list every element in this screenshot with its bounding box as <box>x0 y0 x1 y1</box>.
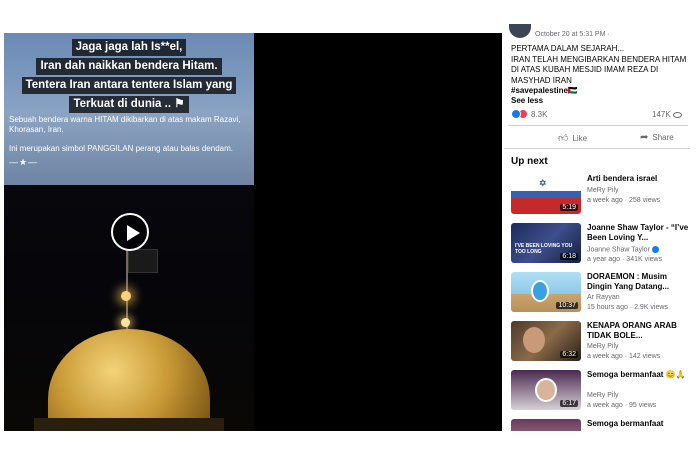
video-meta: a week ago · 142 views <box>587 353 661 360</box>
up-next-heading: Up next <box>511 156 548 167</box>
person-figure <box>535 378 557 402</box>
like-reaction-icon <box>511 109 521 119</box>
emoji-row: —★— <box>9 157 39 167</box>
up-next-item[interactable]: Semoga bermanfaat <box>511 419 689 431</box>
channel-name[interactable]: MeRy Pily <box>587 187 619 194</box>
video-title[interactable]: Semoga bermanfaat 😊🙏 <box>587 370 689 380</box>
video-duration: 6:17 <box>560 400 578 407</box>
post-text-line: MASYHAD IRAN <box>511 75 572 85</box>
video-caption-overlay: Jaga jaga lah Is**el, Iran dah naikkan b… <box>4 33 254 113</box>
video-player[interactable]: Jaga jaga lah Is**el, Iran dah naikkan b… <box>4 33 502 431</box>
golden-dome <box>48 329 210 431</box>
video-meta: a week ago · 258 views <box>587 197 661 204</box>
video-meta: a year ago · 341K views <box>587 256 663 263</box>
see-less-link[interactable]: See less <box>511 96 543 105</box>
description-text: Sebuah bendera warna HITAM dikibarkan di… <box>9 115 241 134</box>
cartoon-figure <box>531 280 549 302</box>
caption-line: Jaga jaga lah Is**el, <box>71 39 187 56</box>
video-thumbnail[interactable]: 6:32 <box>511 321 581 361</box>
black-flag <box>128 249 158 273</box>
video-meta: a week ago · 95 views <box>587 402 657 409</box>
video-title[interactable]: Semoga bermanfaat <box>587 419 689 429</box>
video-title[interactable]: DORAEMON : Musim Dingin Yang Datang... <box>587 272 689 292</box>
channel-name[interactable]: MeRy Pily <box>587 392 619 399</box>
share-button[interactable]: ➦ Share <box>640 132 674 143</box>
up-next-item[interactable]: 10:37 DORAEMON : Musim Dingin Yang Datan… <box>511 272 689 314</box>
post-timestamp[interactable]: October 20 at 5:31 PM · <box>535 31 610 38</box>
dome-base <box>34 418 224 431</box>
video-frame: Jaga jaga lah Is**el, Iran dah naikkan b… <box>4 33 254 431</box>
reaction-count: 8.3K <box>531 109 548 119</box>
video-duration: 6:32 <box>560 351 578 358</box>
like-label: Like <box>572 133 588 143</box>
person-figure <box>523 327 545 353</box>
like-button[interactable]: 👍︎ Like <box>558 132 587 144</box>
star-of-david-icon: ✡ <box>539 178 547 188</box>
video-thumbnail[interactable] <box>511 419 581 431</box>
post-text-line: PERTAMA DALAM SEJARAH... <box>511 44 625 53</box>
channel-name-text: Joanne Shaw Taylor <box>587 246 650 254</box>
video-thumbnail[interactable]: 6:17 <box>511 370 581 410</box>
view-count-text: 147K <box>652 110 671 119</box>
video-title[interactable]: Joanne Shaw Taylor - “I’ve Been Loving Y… <box>587 223 689 243</box>
video-thumbnail[interactable]: 10:37 <box>511 272 581 312</box>
video-duration: 5:19 <box>560 204 578 211</box>
verified-badge-icon <box>651 246 659 253</box>
divider <box>504 148 690 149</box>
light <box>121 291 131 301</box>
thumbs-up-icon: 👍︎ <box>558 133 569 144</box>
video-title[interactable]: KENAPA ORANG ARAB TIDAK BOLE... <box>587 321 689 341</box>
up-next-item[interactable]: I'VE BEEN LOVING YOU TOO LONG 6:18 Joann… <box>511 223 689 265</box>
video-meta: 15 hours ago · 2.9K views <box>587 304 668 311</box>
video-title[interactable]: Arti bendera israel <box>587 174 689 184</box>
light <box>121 318 130 327</box>
caption-line: Iran dah naikkan bendera Hitam. <box>36 58 222 75</box>
video-description-overlay: Sebuah bendera warna HITAM dikibarkan di… <box>4 113 254 185</box>
video-letterbox <box>254 33 502 431</box>
eye-icon <box>672 111 682 118</box>
description-text: Ini merupakan simbol PANGGILAN perang at… <box>9 144 233 153</box>
hashtag-link[interactable]: #savepalestine🇵🇸 <box>511 86 691 97</box>
video-duration: 6:18 <box>560 253 578 260</box>
up-next-item[interactable]: 6:32 KENAPA ORANG ARAB TIDAK BOLE... MeR… <box>511 321 689 363</box>
up-next-item[interactable]: 6:17 Semoga bermanfaat 😊🙏 MeRy Pily a we… <box>511 370 689 412</box>
channel-name[interactable]: Ar Rayyan <box>587 294 620 301</box>
post-text-line: IRAN TELAH MENGIBARKAN BENDERA HITAM <box>511 54 687 64</box>
share-label: Share <box>652 133 674 142</box>
channel-name[interactable]: MeRy Pily <box>587 343 619 350</box>
facebook-watch-page: Jaga jaga lah Is**el, Iran dah naikkan b… <box>0 0 700 466</box>
reactions-summary[interactable]: 8.3K <box>511 109 547 119</box>
play-icon[interactable] <box>111 213 149 251</box>
caption-line: Tentera Iran antara tentera Islam yang <box>21 77 237 94</box>
video-duration: 10:37 <box>556 302 578 309</box>
share-arrow-icon: ➦ <box>640 132 649 143</box>
channel-name[interactable]: Joanne Shaw Taylor <box>587 246 659 253</box>
divider <box>508 125 688 126</box>
video-thumbnail[interactable]: I'VE BEEN LOVING YOU TOO LONG 6:18 <box>511 223 581 263</box>
post-text: PERTAMA DALAM SEJARAH... IRAN TELAH MENG… <box>511 44 691 97</box>
post-text-line: DI ATAS KUBAH MESJID IMAM REZA DI <box>511 65 659 74</box>
video-thumbnail[interactable]: ✡ 5:19 <box>511 174 581 214</box>
view-count: 147K <box>652 110 682 119</box>
caption-line: Terkuat di dunia .. ⚑ <box>69 96 189 113</box>
up-next-item[interactable]: ✡ 5:19 Arti bendera israel MeRy Pily a w… <box>511 174 689 216</box>
